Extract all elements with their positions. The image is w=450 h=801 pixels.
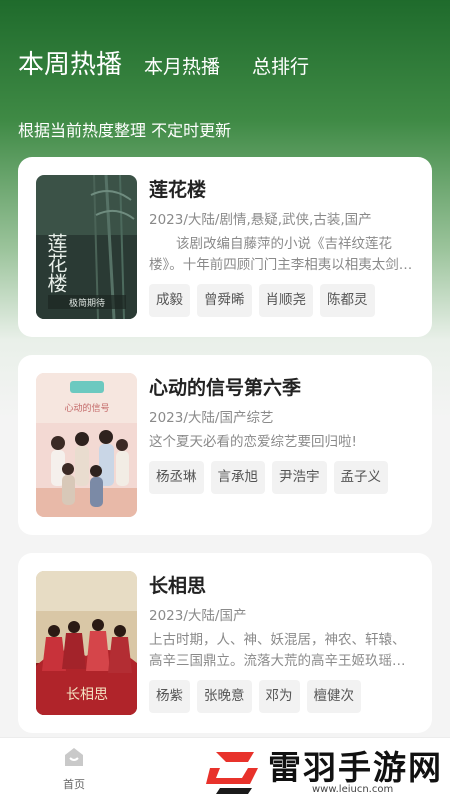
show-title[interactable]: 莲花楼 — [149, 177, 414, 203]
show-description: 该剧改编自藤萍的小说《吉祥纹莲花楼》。十年前四顾门门主李相夷以相夷太剑名动江湖，… — [149, 236, 413, 273]
nav-home-label: 首页 — [63, 778, 85, 791]
poster-title-text: 长相思 — [66, 687, 108, 703]
watermark-url: www.leiucn.com — [312, 784, 394, 795]
show-info: 长相思 2023/大陆/国产 上古时期，人、神、妖混居，神农、轩辕、高辛三国鼎立… — [149, 573, 414, 713]
cast-tag[interactable]: 邓为 — [258, 680, 300, 713]
watermark-mark-icon — [206, 752, 258, 794]
cast-tag[interactable]: 杨紫 — [149, 680, 190, 713]
cast-tag[interactable]: 肖顺尧 — [258, 284, 313, 317]
cast-list: 杨紫 张晚意 邓为 檀健次 — [149, 680, 414, 713]
cast-tag[interactable]: 杨丞琳 — [149, 461, 204, 494]
cast-list: 成毅 曾舜晞 肖顺尧 陈都灵 — [149, 284, 414, 317]
nav-item-home[interactable]: 首页 — [56, 746, 92, 792]
tab-weekly[interactable]: 本周热播 — [18, 44, 122, 81]
cast-tag[interactable]: 孟子义 — [333, 461, 388, 494]
poster-title-text: 心动的信号 — [64, 402, 109, 414]
show-card[interactable]: 莲花楼 极简期待 莲花楼 2023/大陆/剧情,悬疑,武侠,古装,国产 该剧改编… — [18, 157, 432, 337]
ranking-subtitle: 根据当前热度整理 不定时更新 — [18, 121, 232, 140]
ranking-tabs: 本周热播 本月热播 总排行 — [18, 44, 341, 81]
show-description: 这个夏天必看的恋爱综艺要回归啦! — [149, 434, 357, 450]
show-card[interactable]: 心动的信号 心动的信号第六季 2023/大陆/国产综艺 这个夏天必看的恋爱综艺要… — [18, 355, 432, 535]
show-meta: 2023/大陆/国产综艺 — [149, 410, 274, 426]
poster-title-text: 莲花楼 — [44, 233, 68, 293]
cast-tag[interactable]: 檀健次 — [306, 680, 361, 713]
show-poster[interactable]: 莲花楼 极简期待 — [36, 175, 137, 319]
show-description: 上古时期，人、神、妖混居，神农、轩辕、高辛三国鼎立。流落大荒的高辛王姬玖瑶，以小… — [149, 632, 406, 669]
show-meta: 2023/大陆/国产 — [149, 608, 247, 624]
watermark-text: 雷羽手游网 — [268, 748, 443, 787]
show-info: 心动的信号第六季 2023/大陆/国产综艺 这个夏天必看的恋爱综艺要回归啦! 杨… — [149, 375, 414, 494]
cast-tag[interactable]: 尹浩宇 — [272, 461, 327, 494]
tab-monthly[interactable]: 本月热播 — [144, 52, 220, 79]
home-icon — [65, 748, 83, 766]
show-poster[interactable]: 长相思 — [36, 571, 137, 715]
cast-tag[interactable]: 曾舜晞 — [197, 284, 252, 317]
show-card[interactable]: 长相思 长相思 2023/大陆/国产 上古时期，人、神、妖混居，神农、轩辕、高辛… — [18, 553, 432, 733]
show-info: 莲花楼 2023/大陆/剧情,悬疑,武侠,古装,国产 该剧改编自藤萍的小说《吉祥… — [149, 177, 414, 317]
show-meta: 2023/大陆/剧情,悬疑,武侠,古装,国产 — [149, 212, 372, 228]
cast-tag[interactable]: 言承旭 — [210, 461, 265, 494]
poster-caption-text: 极简期待 — [69, 297, 105, 309]
show-poster[interactable]: 心动的信号 — [36, 373, 137, 517]
cast-tag[interactable]: 张晚意 — [197, 680, 252, 713]
watermark-logo: 雷羽手游网 www.leiucn.com — [200, 735, 450, 800]
cast-list: 杨丞琳 言承旭 尹浩宇 孟子义 — [149, 461, 414, 494]
show-title[interactable]: 心动的信号第六季 — [149, 375, 414, 401]
show-title[interactable]: 长相思 — [149, 573, 414, 599]
cast-tag[interactable]: 成毅 — [149, 284, 190, 317]
tab-overall[interactable]: 总排行 — [252, 52, 309, 79]
cast-tag[interactable]: 陈都灵 — [320, 284, 375, 317]
